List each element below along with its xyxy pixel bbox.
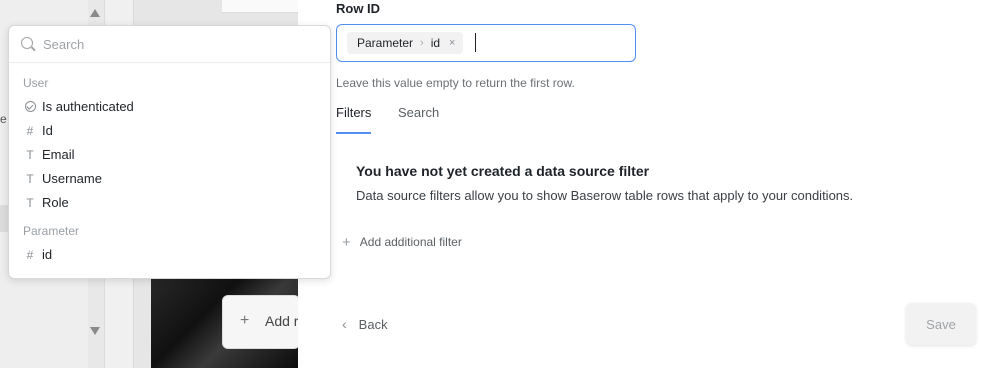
node-label: id <box>42 247 53 262</box>
tab-filters[interactable]: Filters <box>336 104 372 134</box>
chip-part-id: id <box>430 36 441 50</box>
tab-search[interactable]: Search <box>398 104 439 132</box>
empty-filter-description: Data source filters allow you to show Ba… <box>356 188 854 203</box>
parameter-chip[interactable]: Parameter › id × <box>347 32 464 54</box>
dropdown-search <box>9 26 330 63</box>
chip-remove-icon[interactable]: × <box>449 37 455 49</box>
hash-icon: # <box>26 124 34 138</box>
node-label: Username <box>42 171 102 186</box>
chevron-left-icon: ‹ <box>342 316 347 332</box>
sidebar-edge-text: e <box>0 112 7 126</box>
node-username[interactable]: T Username <box>9 167 330 191</box>
check-circle-icon <box>23 95 37 119</box>
text-icon: T <box>26 172 34 186</box>
background-card-top <box>222 0 298 13</box>
plus-icon: + <box>240 312 250 329</box>
background-card-label: Add r <box>265 313 299 329</box>
search-input[interactable] <box>43 34 313 54</box>
node-role[interactable]: T Role <box>9 191 330 215</box>
node-parameter-id[interactable]: # id <box>9 243 330 267</box>
row-id-formula-input[interactable]: Parameter › id × <box>336 24 636 62</box>
empty-filter-title: You have not yet created a data source f… <box>356 163 650 179</box>
node-is-authenticated[interactable]: Is authenticated <box>9 95 330 119</box>
plus-icon: + <box>342 234 351 251</box>
data-source-modal: Row ID Parameter › id × Leave this value… <box>298 0 1002 368</box>
row-id-help-text: Leave this value empty to return the fir… <box>336 76 575 90</box>
back-label: Back <box>358 317 388 332</box>
node-id[interactable]: # Id <box>9 119 330 143</box>
add-filter-button[interactable]: + Add additional filter <box>342 233 462 251</box>
chip-part-parameter: Parameter <box>357 36 414 50</box>
text-caret <box>475 33 476 52</box>
node-email[interactable]: T Email <box>9 143 330 167</box>
data-explorer-dropdown: User Is authenticated # Id T Email T Use… <box>8 25 331 279</box>
hash-icon: # <box>26 248 34 262</box>
group-title-parameter: Parameter <box>23 224 80 238</box>
group-title-user: User <box>23 76 49 90</box>
node-label: Role <box>42 195 69 210</box>
text-icon: T <box>26 148 34 162</box>
node-label: Email <box>42 147 75 162</box>
chevron-right-icon: › <box>420 37 424 49</box>
search-icon <box>21 37 33 49</box>
node-label: Is authenticated <box>42 99 134 114</box>
row-id-label: Row ID <box>336 1 381 16</box>
node-label: Id <box>42 123 53 138</box>
add-filter-label: Add additional filter <box>359 235 462 249</box>
scroll-up-arrow-icon[interactable] <box>90 9 100 17</box>
save-button[interactable]: Save <box>906 303 976 345</box>
scroll-down-arrow-icon[interactable] <box>90 327 100 335</box>
text-icon: T <box>26 196 34 210</box>
sidebar-selected-item <box>0 205 8 232</box>
back-button[interactable]: ‹ Back <box>342 316 388 332</box>
